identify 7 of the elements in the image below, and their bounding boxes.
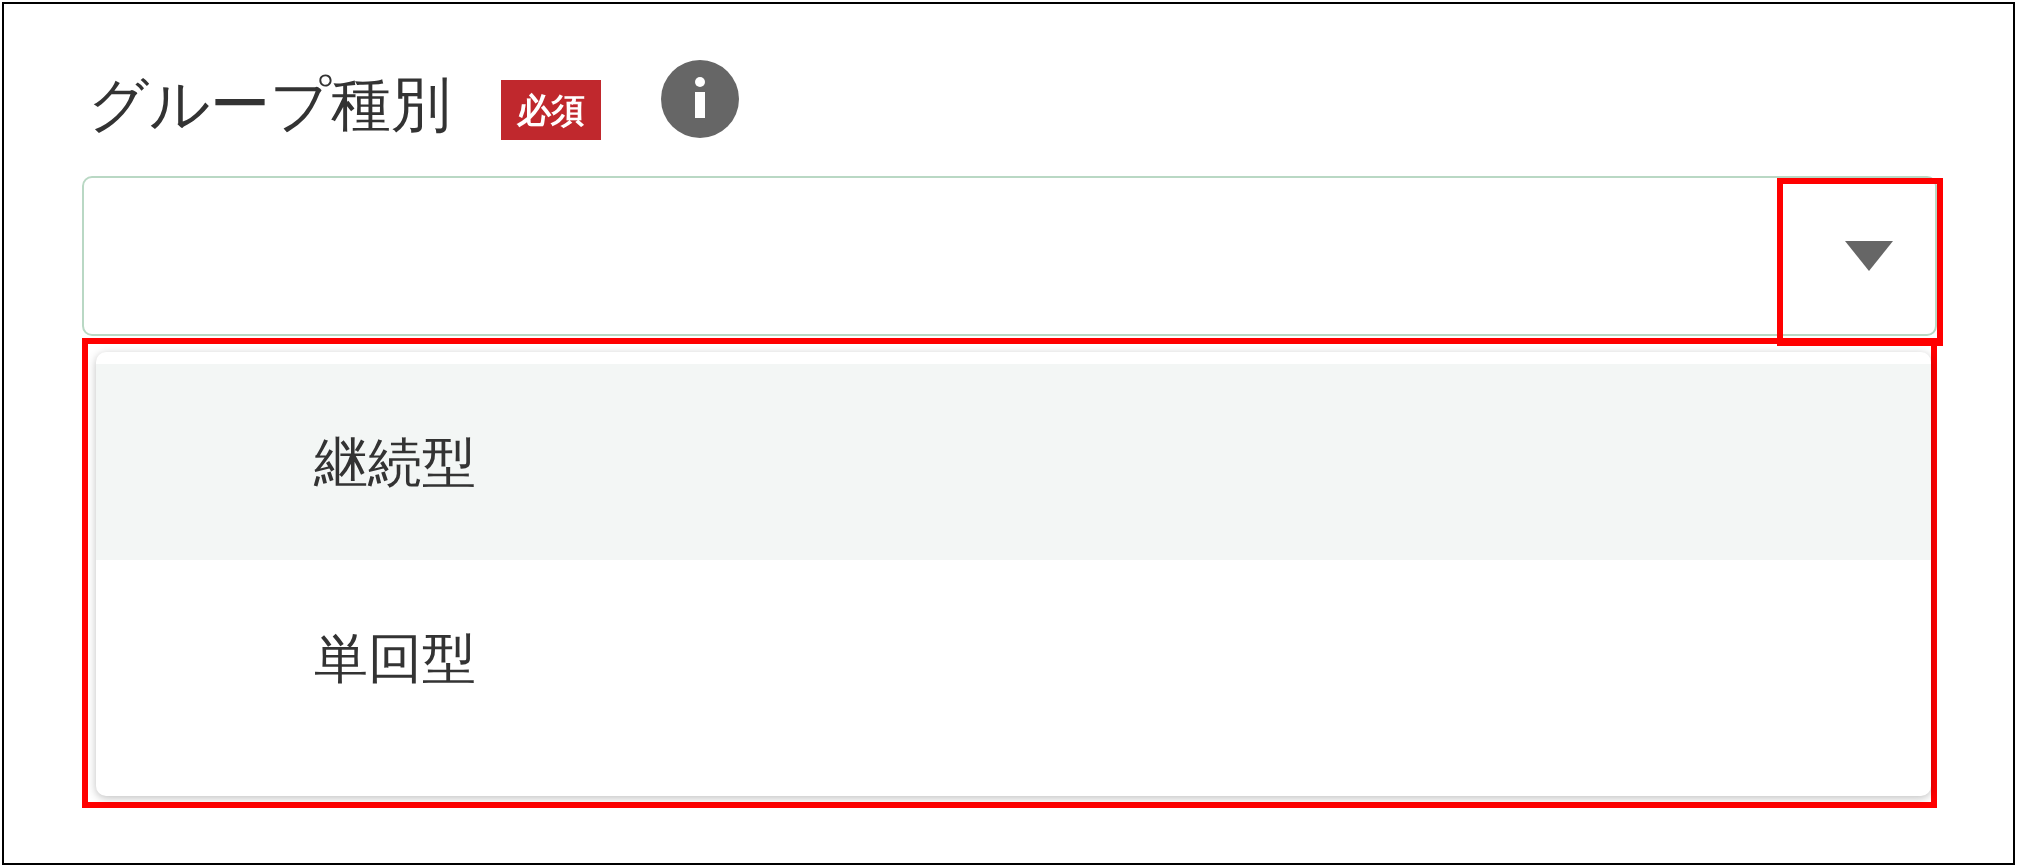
info-icon bbox=[661, 60, 739, 138]
dropdown-option[interactable]: 単回型 bbox=[96, 560, 1931, 756]
field-label: グループ種別 bbox=[88, 68, 451, 141]
caret-icon bbox=[1845, 241, 1893, 271]
required-badge: 必須 bbox=[501, 80, 601, 140]
select-field[interactable] bbox=[82, 176, 1937, 336]
dropdown-option[interactable]: 継続型 bbox=[96, 364, 1931, 560]
